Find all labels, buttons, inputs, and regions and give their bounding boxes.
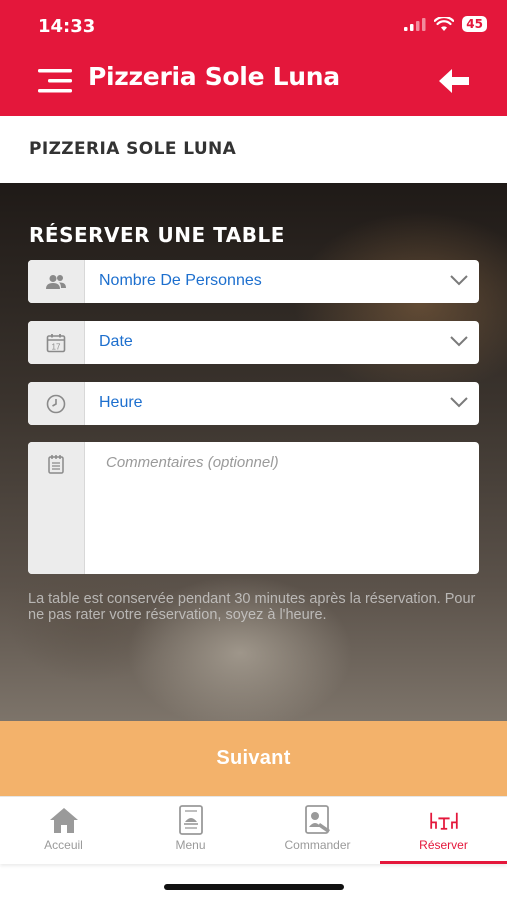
tab-reserver[interactable]: Réserver	[380, 797, 507, 864]
next-button[interactable]: Suivant	[0, 721, 507, 796]
chevron-down-icon	[450, 397, 468, 408]
calendar-icon: 17	[46, 333, 66, 352]
clock-icon	[46, 394, 66, 413]
signal-icon	[404, 18, 426, 31]
guests-select[interactable]: Nombre De Personnes	[28, 260, 479, 303]
guests-select-label: Nombre De Personnes	[99, 272, 262, 289]
restaurant-name-bar: PIZZERIA SOLE LUNA	[0, 116, 507, 183]
home-indicator	[164, 884, 344, 890]
notepad-icon	[48, 455, 64, 474]
tab-acceuil[interactable]: Acceuil	[0, 797, 127, 864]
time-select[interactable]: Heure	[28, 382, 479, 425]
tab-menu[interactable]: Menu	[127, 797, 254, 864]
tab-label: Réserver	[419, 838, 468, 852]
calendar-icon-cell: 17	[28, 321, 85, 364]
menu-book-icon	[178, 805, 203, 835]
status-time: 14:33	[38, 16, 96, 37]
menu-icon[interactable]	[38, 68, 72, 94]
notepad-icon-cell	[28, 442, 85, 574]
reservation-note: La table est conservée pendant 30 minute…	[28, 591, 476, 623]
table-reserve-icon	[429, 812, 458, 830]
status-icons: 45	[404, 16, 487, 32]
section-title: RÉSERVER UNE TABLE	[29, 223, 285, 247]
svg-text:17: 17	[52, 342, 61, 351]
chevron-down-icon	[450, 275, 468, 286]
wifi-icon	[434, 16, 455, 31]
next-button-label: Suivant	[216, 747, 291, 769]
time-select-label: Heure	[99, 394, 143, 411]
comments-field[interactable]: Commentaires (optionnel)	[28, 442, 479, 574]
back-arrow-icon[interactable]	[437, 66, 471, 96]
people-icon-cell	[28, 260, 85, 303]
home-icon	[49, 808, 78, 833]
chevron-down-icon	[450, 336, 468, 347]
date-select-label: Date	[99, 333, 133, 350]
order-icon	[304, 805, 330, 834]
app-title: Pizzeria Sole Luna	[88, 62, 340, 91]
tab-label: Commander	[284, 838, 351, 852]
tab-label: Menu	[175, 838, 206, 852]
restaurant-name: PIZZERIA SOLE LUNA	[29, 139, 237, 159]
bottom-tab-bar: Acceuil Menu Commander Réserver	[0, 796, 507, 864]
people-icon	[46, 274, 66, 289]
battery-indicator: 45	[462, 16, 487, 32]
app-header: 14:33 45 Pizzeria Sole Luna	[0, 0, 507, 116]
tab-commander[interactable]: Commander	[254, 797, 381, 864]
date-select[interactable]: 17 Date	[28, 321, 479, 364]
clock-icon-cell	[28, 382, 85, 425]
tab-label: Acceuil	[44, 838, 83, 852]
reservation-form: RÉSERVER UNE TABLE Nombre De Personnes 1…	[0, 183, 507, 721]
comments-placeholder: Commentaires (optionnel)	[106, 454, 279, 471]
